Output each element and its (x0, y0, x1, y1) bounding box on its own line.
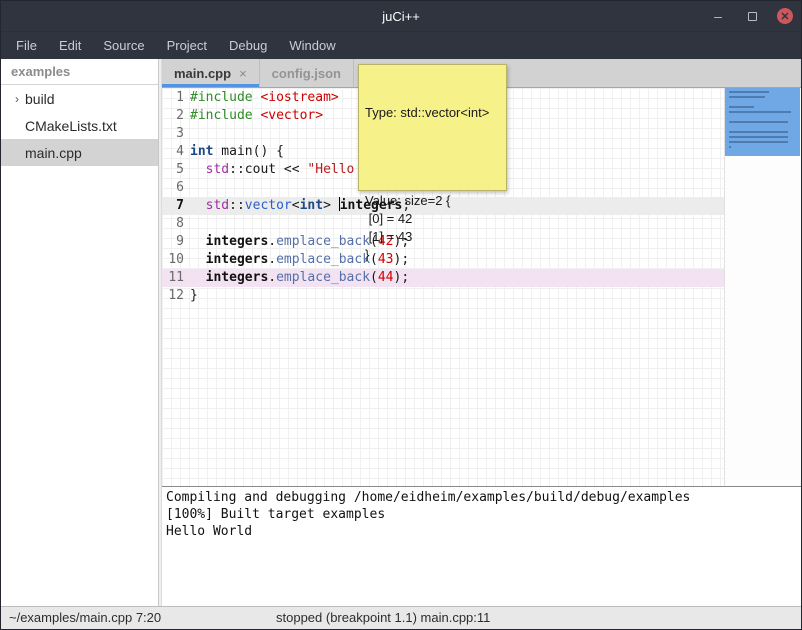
window-title: juCi++ (1, 9, 801, 24)
line-number[interactable]: 12 (162, 287, 190, 305)
code-text: int main() { (190, 143, 284, 161)
tooltip-value-line: } (365, 246, 500, 264)
debug-value-tooltip: Type: std::vector<int> Value: size=2 { [… (358, 64, 507, 191)
minimap-line (729, 106, 754, 108)
tooltip-value-block: Value: size=2 { [0] = 42 [1] = 43} (365, 192, 500, 264)
titlebar: juCi++ – ✕ (1, 1, 801, 31)
menu-window[interactable]: Window (278, 33, 346, 58)
restore-icon[interactable] (743, 7, 761, 25)
window-controls: – ✕ (709, 1, 793, 31)
file-tree-sidebar: examples ›build CMakeLists.txt main.cpp (1, 59, 158, 606)
tab-close-icon[interactable]: × (239, 66, 247, 81)
tab-label: main.cpp (174, 66, 231, 81)
menu-source[interactable]: Source (92, 33, 155, 58)
status-debug-state: stopped (breakpoint 1.1) main.cpp:11 (276, 610, 490, 625)
tooltip-value-line: Value: size=2 { (365, 192, 500, 210)
minimap-line (729, 91, 769, 93)
project-name-header: examples (1, 59, 158, 85)
menubar: FileEditSourceProjectDebugWindow (1, 31, 801, 59)
line-number[interactable]: 4 (162, 143, 190, 161)
menu-debug[interactable]: Debug (218, 33, 278, 58)
minimap[interactable] (724, 88, 801, 486)
menu-edit[interactable]: Edit (48, 33, 92, 58)
line-number[interactable]: 11 (162, 269, 190, 287)
line-number[interactable]: 3 (162, 125, 190, 143)
code-text: #include <iostream> (190, 89, 339, 107)
tree-item-label: build (25, 91, 55, 107)
line-number[interactable]: 6 (162, 179, 190, 197)
tree-item-cmakelists-txt[interactable]: CMakeLists.txt (1, 112, 158, 139)
line-number[interactable]: 8 (162, 215, 190, 233)
tree-item-label: main.cpp (25, 145, 82, 161)
tooltip-value-line: [0] = 42 (365, 210, 500, 228)
expander-chevron-icon[interactable]: › (9, 92, 25, 106)
line-number[interactable]: 9 (162, 233, 190, 251)
minimap-line (729, 136, 788, 138)
minimap-line (729, 141, 788, 143)
minimap-line (729, 111, 791, 113)
tooltip-type-line: Type: std::vector<int> (365, 104, 500, 122)
tree-item-build[interactable]: ›build (1, 85, 158, 112)
minimap-line (729, 146, 731, 148)
line-number[interactable]: 5 (162, 161, 190, 179)
minimap-line (729, 121, 788, 123)
tab-config-json[interactable]: config.json (260, 59, 354, 87)
console-line: [100%] Built target examples (166, 506, 797, 523)
tab-label: config.json (272, 66, 341, 81)
line-number[interactable]: 2 (162, 107, 190, 125)
line-number[interactable]: 7 (162, 197, 190, 215)
menu-file[interactable]: File (5, 33, 48, 58)
app-window: juCi++ – ✕ FileEditSourceProjectDebugWin… (0, 0, 802, 630)
minimap-line (729, 131, 788, 133)
tooltip-value-line: [1] = 43 (365, 228, 500, 246)
output-console[interactable]: Compiling and debugging /home/eidheim/ex… (162, 486, 801, 606)
status-bar: ~/examples/main.cpp 7:20 stopped (breakp… (1, 606, 801, 629)
code-text: #include <vector> (190, 107, 323, 125)
console-line: Compiling and debugging /home/eidheim/ex… (166, 489, 797, 506)
code-text: } (190, 287, 198, 305)
close-icon[interactable]: ✕ (777, 8, 793, 24)
line-number[interactable]: 1 (162, 89, 190, 107)
tab-main-cpp[interactable]: main.cpp × (162, 59, 260, 87)
menu-project[interactable]: Project (156, 33, 218, 58)
minimap-slider[interactable] (725, 88, 800, 156)
line-number[interactable]: 10 (162, 251, 190, 269)
tree-item-main-cpp[interactable]: main.cpp (1, 139, 158, 166)
status-file-position: ~/examples/main.cpp 7:20 (9, 610, 161, 625)
minimap-line (729, 96, 765, 98)
tree-item-label: CMakeLists.txt (25, 118, 117, 134)
console-line: Hello World (166, 523, 797, 540)
minimize-icon[interactable]: – (709, 7, 727, 25)
